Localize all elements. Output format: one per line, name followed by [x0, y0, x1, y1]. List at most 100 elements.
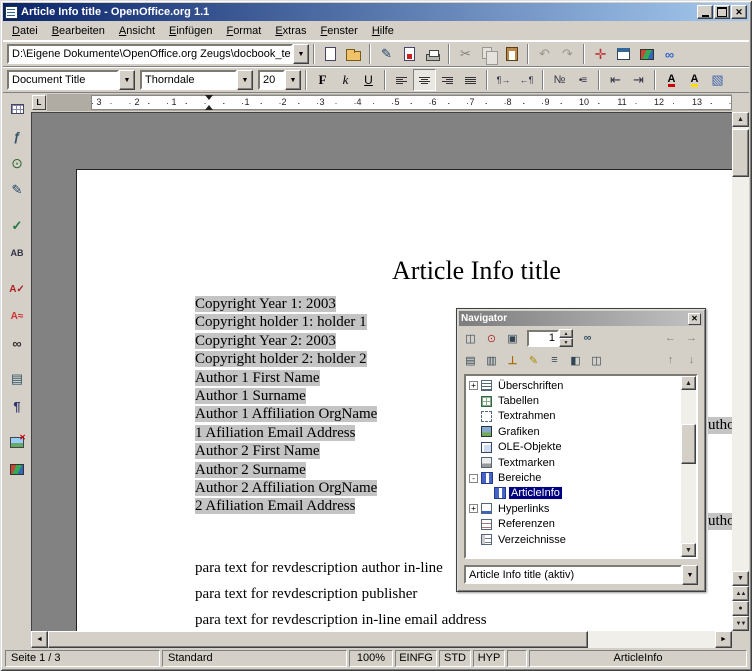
- right-to-left-button[interactable]: [515, 69, 538, 91]
- clipped-text-fragment[interactable]: utho: [708, 513, 732, 530]
- field-text[interactable]: Copyright Year 1: 2003: [195, 296, 336, 312]
- paste-button[interactable]: [500, 43, 523, 65]
- toggle-button[interactable]: [460, 328, 481, 348]
- scroll-down-button[interactable]: ▼: [681, 543, 696, 557]
- hyperlink-dialog-button[interactable]: [658, 43, 681, 65]
- menu-einfuegen[interactable]: Einfügen: [162, 22, 219, 40]
- menu-extras[interactable]: Extras: [268, 22, 313, 40]
- status-page-indicator[interactable]: Seite 1 / 3: [5, 650, 160, 667]
- expander-icon[interactable]: +: [469, 504, 478, 513]
- edit-file-button[interactable]: [375, 43, 398, 65]
- font-size-dropdown[interactable]: ▼: [285, 70, 301, 90]
- navigation-button[interactable]: [481, 328, 502, 348]
- status-zoom[interactable]: 100%: [349, 650, 393, 667]
- field-text[interactable]: Author 2 Surname: [195, 462, 306, 478]
- copy-button[interactable]: [477, 43, 500, 65]
- clipped-text-fragment[interactable]: utho: [708, 417, 732, 434]
- paragraph-background-button[interactable]: [706, 69, 729, 91]
- scrollbar-track[interactable]: [588, 631, 715, 648]
- bullets-button[interactable]: [571, 69, 594, 91]
- underline-button[interactable]: U: [357, 69, 380, 91]
- content-view-button[interactable]: [544, 350, 565, 370]
- redo-button[interactable]: [556, 43, 579, 65]
- nonprinting-characters-button[interactable]: [5, 394, 29, 418]
- paragraph-style-dropdown[interactable]: ▼: [119, 70, 135, 90]
- gallery-toggle-button[interactable]: [5, 457, 29, 481]
- close-button[interactable]: [731, 5, 747, 19]
- navigator-close-button[interactable]: ✕: [688, 313, 701, 325]
- tree-item-ole-objekte[interactable]: OLE-Objekte: [469, 440, 681, 455]
- paragraph-text[interactable]: para text for revdescription in-line ema…: [195, 611, 732, 630]
- field-text[interactable]: Author 1 First Name: [195, 370, 320, 386]
- draw-functions-button[interactable]: [5, 178, 29, 202]
- scrollbar-track[interactable]: [732, 177, 749, 571]
- demote-level-button[interactable]: [681, 328, 702, 348]
- drag-mode-button[interactable]: [577, 328, 598, 348]
- left-indent-marker[interactable]: [205, 105, 213, 110]
- undo-button[interactable]: [533, 43, 556, 65]
- numbering-button[interactable]: [548, 69, 571, 91]
- align-left-button[interactable]: [390, 69, 413, 91]
- horizontal-ruler[interactable]: 3 2 1 1 2 3 4 5 6 7 8 9 10 11 12 13: [47, 94, 732, 111]
- new-document-button[interactable]: [319, 43, 342, 65]
- tree-item-bereiche[interactable]: - Bereiche: [469, 470, 681, 485]
- status-selection-mode[interactable]: STD: [439, 650, 471, 667]
- decrease-indent-button[interactable]: [604, 69, 627, 91]
- first-line-indent-marker[interactable]: [205, 95, 213, 100]
- tree-item-textmarken[interactable]: Textmarken: [469, 455, 681, 470]
- scroll-left-button[interactable]: ◄: [31, 631, 48, 648]
- url-input[interactable]: D:\Eigene Dokumente\OpenOffice.org Zeugs…: [7, 44, 293, 64]
- field-text[interactable]: Author 1 Affiliation OrgName: [195, 406, 377, 422]
- insert-fields-button[interactable]: [5, 124, 29, 148]
- status-hyperlink-mode[interactable]: HYP: [473, 650, 505, 667]
- align-right-button[interactable]: [436, 69, 459, 91]
- scrollbar-thumb[interactable]: [681, 424, 696, 464]
- field-text[interactable]: Copyright holder 2: holder 2: [195, 351, 367, 367]
- tree-item-textrahmen[interactable]: Textrahmen: [469, 409, 681, 424]
- graphics-on-off-button[interactable]: [5, 430, 29, 454]
- footer-button[interactable]: [481, 350, 502, 370]
- tree-item-articleinfo[interactable]: ArticleInfo: [469, 486, 681, 501]
- navigator-document-dropdown[interactable]: ▼: [682, 565, 698, 585]
- bold-button[interactable]: F: [311, 69, 334, 91]
- justify-button[interactable]: [459, 69, 482, 91]
- tree-item-verzeichnisse[interactable]: Verzeichnisse: [469, 532, 681, 547]
- field-text[interactable]: Copyright holder 1: holder 1: [195, 314, 367, 330]
- find-replace-button[interactable]: [5, 331, 29, 355]
- tab-stop-selector[interactable]: L: [32, 95, 46, 110]
- cut-button[interactable]: [454, 43, 477, 65]
- tree-item-hyperlinks[interactable]: + Hyperlinks: [469, 501, 681, 516]
- expander-icon[interactable]: -: [469, 474, 478, 483]
- scrollbar-thumb[interactable]: [732, 129, 749, 177]
- menu-ansicht[interactable]: Ansicht: [112, 22, 162, 40]
- italic-button[interactable]: k: [334, 69, 357, 91]
- document-view[interactable]: Article Info title Copyright Year 1: 200…: [31, 112, 732, 631]
- next-page-button[interactable]: ▼▼: [732, 616, 749, 631]
- menu-datei[interactable]: Datei: [5, 22, 45, 40]
- font-name-input[interactable]: Thorndale: [140, 70, 237, 90]
- scroll-right-button[interactable]: ►: [715, 631, 732, 648]
- increase-indent-button[interactable]: [627, 69, 650, 91]
- tree-item-ueberschriften[interactable]: + Überschriften: [469, 378, 681, 393]
- reminder-button[interactable]: [523, 350, 544, 370]
- horizontal-scrollbar[interactable]: ◄ ►: [31, 631, 732, 648]
- gallery-button[interactable]: [635, 43, 658, 65]
- highlighting-button[interactable]: [683, 69, 706, 91]
- navigator-document-field[interactable]: Article Info title (aktiv): [464, 565, 682, 584]
- open-document-button[interactable]: [342, 43, 365, 65]
- navigator-titlebar[interactable]: Navigator ✕: [459, 311, 703, 326]
- font-color-button[interactable]: [660, 69, 683, 91]
- url-dropdown-button[interactable]: ▼: [293, 44, 309, 64]
- field-text[interactable]: Author 1 Surname: [195, 388, 306, 404]
- window-view-button[interactable]: [586, 350, 607, 370]
- data-sources-button[interactable]: [5, 367, 29, 391]
- autotext-button[interactable]: [5, 241, 29, 265]
- field-text[interactable]: Author 2 First Name: [195, 443, 320, 459]
- scrollbar-track[interactable]: [681, 464, 696, 543]
- tree-item-referenzen[interactable]: Referenzen: [469, 517, 681, 532]
- previous-page-button[interactable]: ▲▲: [732, 586, 749, 601]
- navigator-window[interactable]: Navigator ✕ 1 ▲ ▼: [456, 308, 706, 592]
- vertical-scrollbar[interactable]: ▲ ▼ ▲▲ ● ▼▼: [732, 112, 749, 631]
- auto-spellcheck-button[interactable]: [5, 304, 29, 328]
- list-box-button[interactable]: [565, 350, 586, 370]
